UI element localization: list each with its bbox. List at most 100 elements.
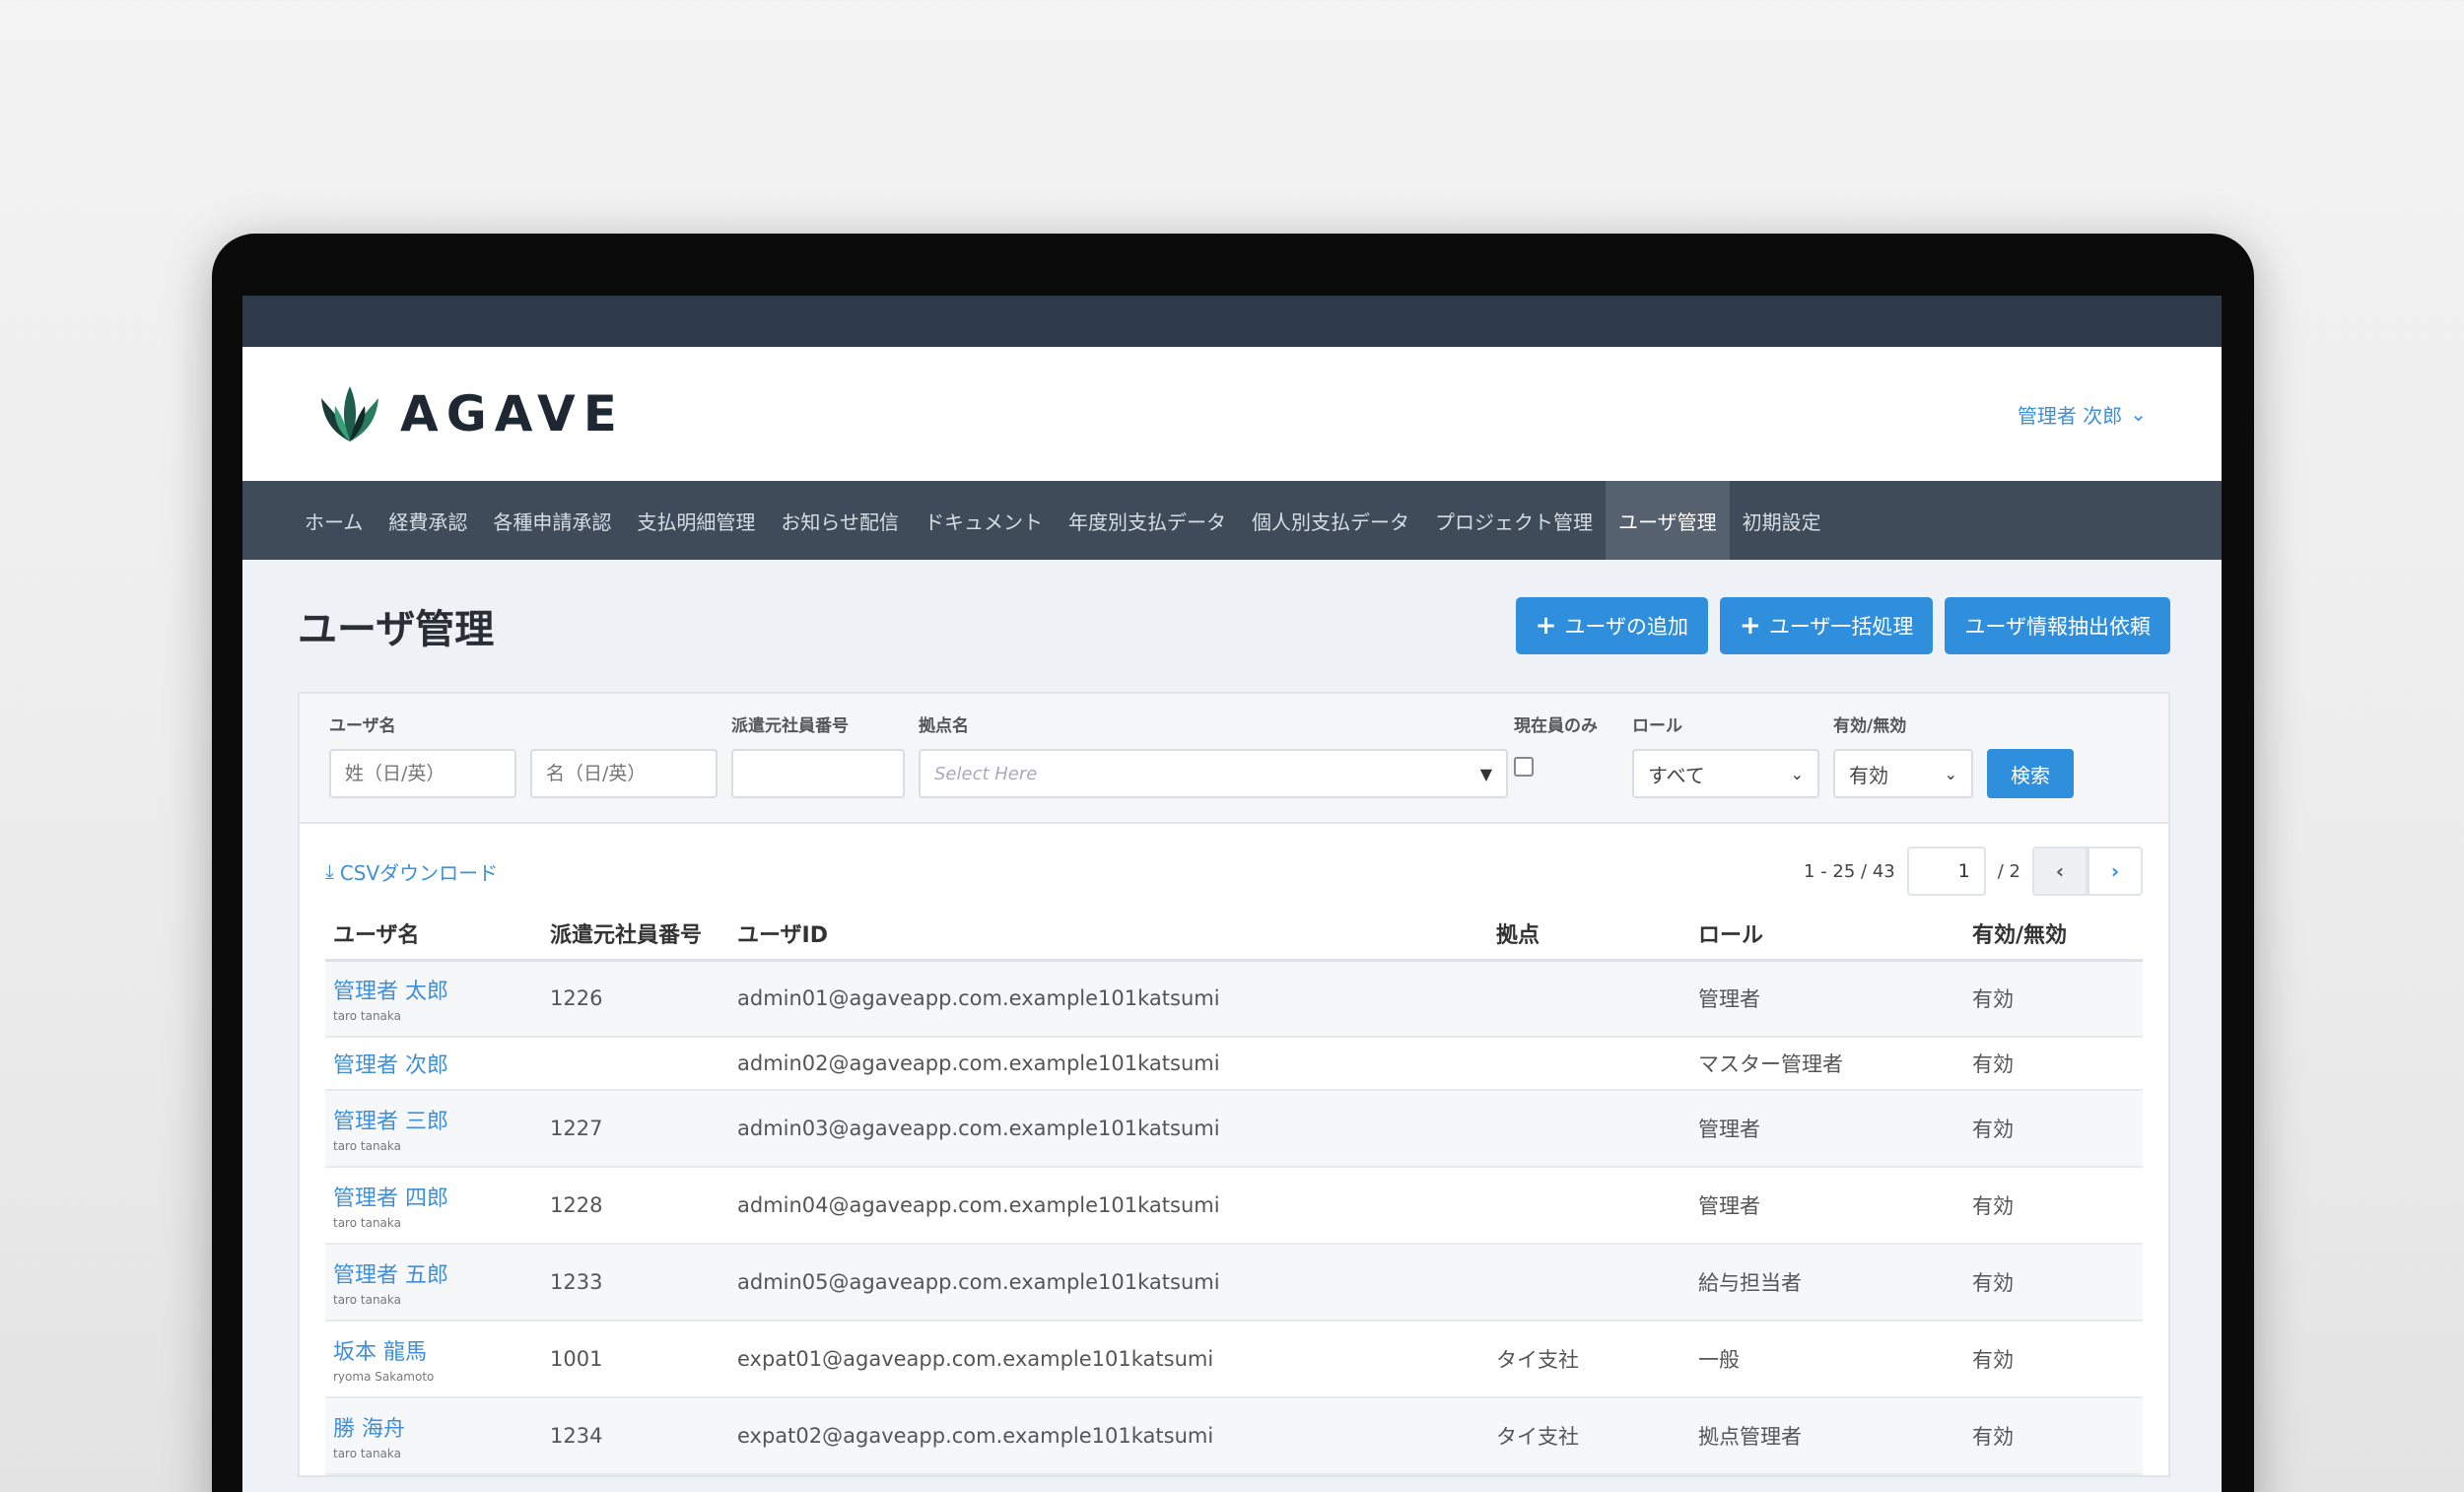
add-user-button[interactable]: + ユーザの追加 (1515, 597, 1709, 654)
app-screen: AGAVE 管理者 次郎 ⌄ ホーム 経費承認 各種申請承認 支払明細管理 お知… (242, 296, 2222, 1492)
role-cell: 拠点管理者 (1690, 1397, 1964, 1475)
role-select[interactable]: すべて ⌄ (1632, 749, 1819, 798)
base-cell (1488, 960, 1690, 1038)
nav-personal-data[interactable]: 個人別支払データ (1239, 481, 1422, 560)
emp-number-cell: 1001 (542, 1321, 729, 1398)
user-name-link[interactable]: 坂本 龍馬 (333, 1334, 542, 1366)
chevron-down-icon: ⌄ (2130, 402, 2147, 426)
nav-home[interactable]: ホーム (292, 481, 376, 560)
result-range: 1 - 25 / 43 (1804, 860, 1895, 882)
last-name-input[interactable] (329, 749, 516, 798)
prev-page-button[interactable]: ‹ (2032, 847, 2088, 896)
table-row[interactable]: 管理者 五郎 taro tanaka 1233 admin05@agaveapp.… (325, 1244, 2143, 1322)
table-row[interactable]: 勝 海舟 taro tanaka 1234 expat02@agaveapp.co… (325, 1397, 2143, 1475)
emp-number-cell (542, 1037, 729, 1091)
col-status[interactable]: 有効/無効 (1964, 909, 2143, 962)
table-row[interactable]: 管理者 次郎 admin02@agaveapp.com.example101ka… (325, 1037, 2143, 1091)
emp-number-cell: 1228 (542, 1167, 729, 1245)
status-cell: 有効 (1964, 1244, 2143, 1322)
main-content: ユーザ管理 + ユーザの追加 + ユーザ一括処理 ユーザ情報抽出依頼 ユーザ名 (242, 560, 2222, 1477)
status-select[interactable]: 有効 ⌄ (1833, 749, 1973, 798)
status-cell: 有効 (1964, 1037, 2143, 1091)
user-menu[interactable]: 管理者 次郎 ⌄ (2018, 400, 2147, 429)
logo[interactable]: AGAVE (315, 384, 625, 443)
user-name-link[interactable]: 管理者 四郎 (333, 1181, 542, 1212)
col-role[interactable]: ロール (1690, 909, 1964, 962)
base-cell (1488, 1167, 1690, 1245)
nav-initial-settings[interactable]: 初期設定 (1730, 481, 1834, 560)
user-name-link[interactable]: 管理者 太郎 (333, 974, 542, 1005)
user-name-link[interactable]: 勝 海舟 (333, 1411, 542, 1443)
plus-icon: + (1535, 611, 1557, 641)
status-cell: 有効 (1964, 1167, 2143, 1245)
page-number-input[interactable] (1906, 847, 1986, 896)
main-nav: ホーム 経費承認 各種申請承認 支払明細管理 お知らせ配信 ドキュメント 年度別… (242, 481, 2222, 560)
search-button[interactable]: 検索 (1987, 749, 2074, 798)
title-row: ユーザ管理 + ユーザの追加 + ユーザ一括処理 ユーザ情報抽出依頼 (298, 560, 2170, 692)
base-select[interactable]: Select Here ▼ (919, 749, 1508, 798)
nav-expense-approval[interactable]: 経費承認 (376, 481, 480, 560)
emp-number-input[interactable] (731, 749, 905, 798)
emp-number-cell: 1226 (542, 960, 729, 1038)
agave-leaf-icon (321, 386, 378, 441)
col-emp-number[interactable]: 派遣元社員番号 (542, 909, 729, 962)
download-icon: ⤓ (325, 859, 334, 883)
base-name-label: 拠点名 (919, 716, 969, 736)
user-id-cell: admin04@agaveapp.com.example101katsumi (729, 1167, 1488, 1245)
chevron-right-icon: › (2110, 859, 2120, 883)
pagination: 1 - 25 / 43 / 2 ‹ › (1804, 847, 2143, 896)
action-buttons: + ユーザの追加 + ユーザ一括処理 ユーザ情報抽出依頼 (1515, 597, 2170, 654)
user-name-label: ユーザ名 (329, 716, 396, 736)
nav-payment-details[interactable]: 支払明細管理 (624, 481, 768, 560)
role-cell: 給与担当者 (1690, 1244, 1964, 1322)
user-table: ユーザ名 派遣元社員番号 ユーザID 拠点 ロール 有効/無効 管理者 太郎 ta… (325, 909, 2143, 1475)
table-row[interactable]: 坂本 龍馬 ryoma Sakamoto 1001 expat01@agaveap… (325, 1321, 2143, 1398)
nav-user-management[interactable]: ユーザ管理 (1606, 481, 1730, 560)
emp-number-cell: 1227 (542, 1090, 729, 1168)
csv-download-link[interactable]: ⤓ CSVダウンロード (325, 857, 498, 886)
user-id-cell: admin03@agaveapp.com.example101katsumi (729, 1090, 1488, 1168)
user-name-link[interactable]: 管理者 三郎 (333, 1104, 542, 1135)
role-cell: 管理者 (1690, 1090, 1964, 1168)
col-user-id[interactable]: ユーザID (729, 909, 1488, 962)
table-row[interactable]: 管理者 四郎 taro tanaka 1228 admin04@agaveapp.… (325, 1167, 2143, 1245)
plus-icon: + (1740, 611, 1761, 641)
role-label: ロール (1632, 716, 1682, 736)
table-row[interactable]: 管理者 三郎 taro tanaka 1227 admin03@agaveapp.… (325, 1090, 2143, 1168)
chevron-down-icon: ⌄ (1790, 764, 1804, 783)
next-page-button[interactable]: › (2088, 847, 2143, 896)
filter-bar: ユーザ名 派遣元社員番号 拠点名 Select Here ▼ 現在員のみ ロール… (300, 694, 2168, 824)
base-cell: タイ支社 (1488, 1397, 1690, 1475)
status-cell: 有効 (1964, 960, 2143, 1038)
table-area: ⤓ CSVダウンロード 1 - 25 / 43 / 2 ‹ › (300, 824, 2168, 1475)
first-name-input[interactable] (530, 749, 718, 798)
user-list-panel: ユーザ名 派遣元社員番号 拠点名 Select Here ▼ 現在員のみ ロール… (298, 692, 2170, 1477)
col-base[interactable]: 拠点 (1488, 909, 1690, 962)
pager-buttons: ‹ › (2032, 847, 2143, 896)
base-cell (1488, 1037, 1690, 1091)
user-name-link[interactable]: 管理者 五郎 (333, 1257, 542, 1289)
export-request-button[interactable]: ユーザ情報抽出依頼 (1945, 597, 2170, 654)
nav-documents[interactable]: ドキュメント (912, 481, 1056, 560)
role-select-value: すべて (1648, 763, 1705, 787)
user-name-link[interactable]: 管理者 次郎 (333, 1048, 542, 1079)
top-bar (242, 296, 2222, 347)
nav-yearly-data[interactable]: 年度別支払データ (1056, 481, 1239, 560)
user-romaji: taro tanaka (333, 1139, 401, 1153)
chevron-left-icon: ‹ (2055, 859, 2065, 883)
present-only-checkbox[interactable] (1514, 757, 1534, 777)
emp-number-cell: 1233 (542, 1244, 729, 1322)
col-user-name[interactable]: ユーザ名 (325, 909, 542, 962)
nav-projects[interactable]: プロジェクト管理 (1422, 481, 1606, 560)
bulk-process-button[interactable]: + ユーザ一括処理 (1720, 597, 1934, 654)
emp-number-label: 派遣元社員番号 (731, 716, 849, 736)
table-header-row: ユーザ名 派遣元社員番号 ユーザID 拠点 ロール 有効/無効 (325, 909, 2143, 962)
base-cell (1488, 1090, 1690, 1168)
user-id-cell: expat02@agaveapp.com.example101katsumi (729, 1397, 1488, 1475)
user-menu-label: 管理者 次郎 (2017, 403, 2123, 428)
user-romaji: taro tanaka (333, 1293, 401, 1307)
nav-request-approval[interactable]: 各種申請承認 (480, 481, 624, 560)
table-row[interactable]: 管理者 太郎 taro tanaka 1226 admin01@agaveapp.… (325, 960, 2143, 1038)
nav-notifications[interactable]: お知らせ配信 (768, 481, 912, 560)
logo-text: AGAVE (400, 385, 625, 442)
